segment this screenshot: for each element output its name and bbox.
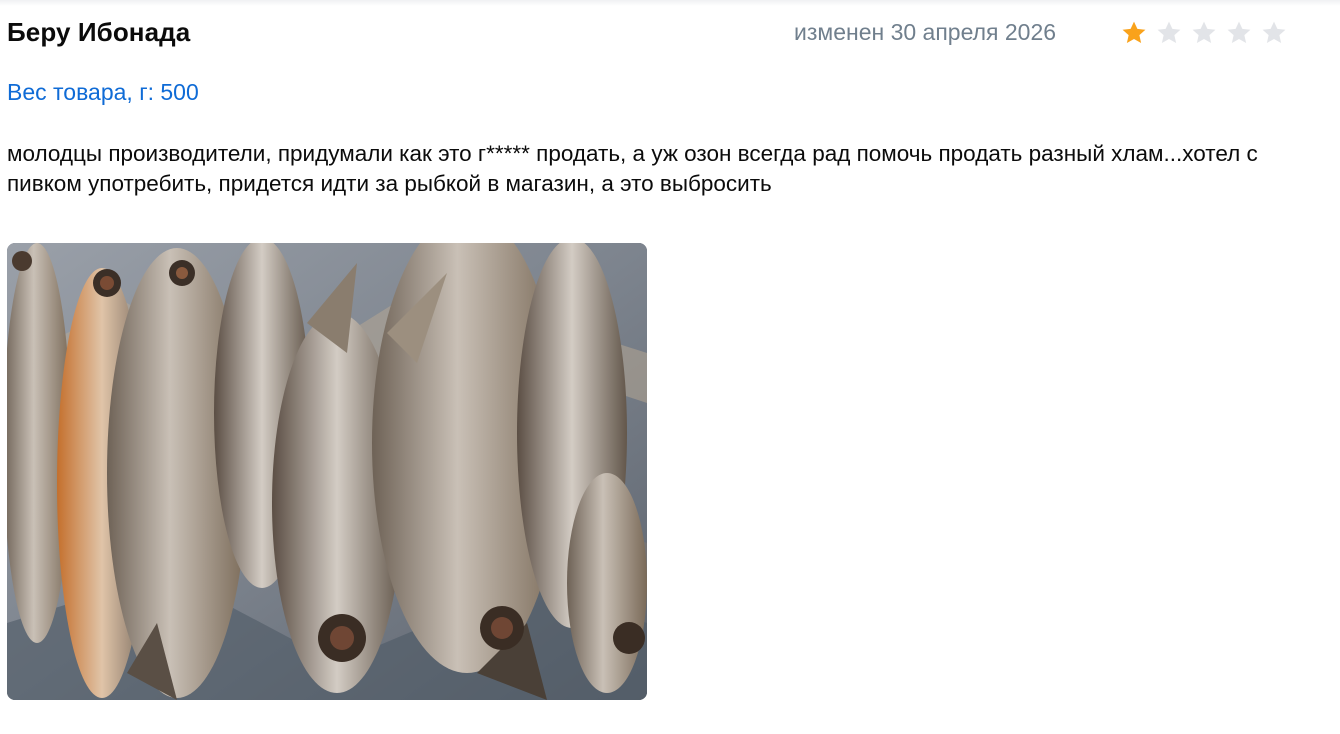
dried-fish-photo [7,243,647,700]
review-card: Беру Ибонада изменен 30 апреля 2026 Вес … [7,0,1327,734]
star-icon [1260,19,1288,47]
review-date: изменен 30 апреля 2026 [794,19,1057,45]
star-icon [1155,19,1183,47]
review-photo[interactable] [7,243,647,700]
rating-stars [1120,19,1288,47]
star-icon [1120,19,1148,47]
star-icon [1190,19,1218,47]
review-text: молодцы производители, придумали как это… [7,141,1258,196]
review-author[interactable]: Беру Ибонада [7,17,190,48]
product-attribute[interactable]: Вес товара, г: 500 [7,79,199,106]
star-icon [1225,19,1253,47]
